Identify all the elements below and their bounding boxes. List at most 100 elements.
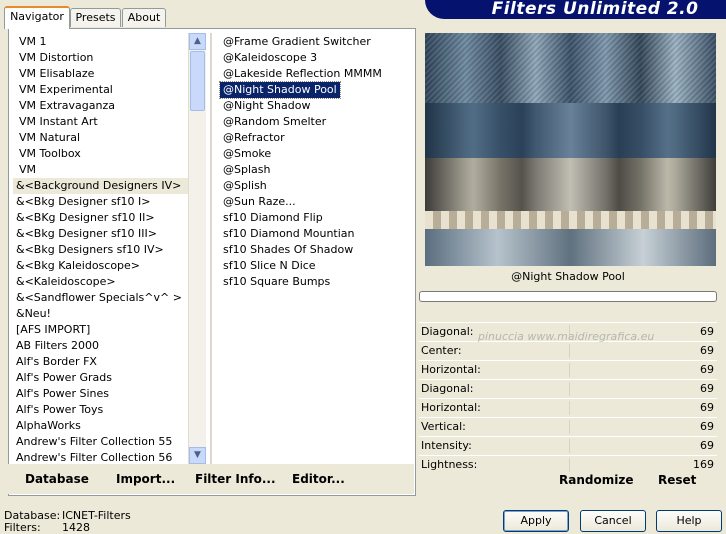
filter-item[interactable]: sf10 Slice N Dice xyxy=(220,258,410,274)
category-item[interactable]: VM Instant Art xyxy=(13,114,188,130)
navigator-toolbar: Database Import... Filter Info... Editor… xyxy=(8,464,414,494)
category-item[interactable]: VM Natural xyxy=(13,130,188,146)
category-item[interactable]: AlphaWorks xyxy=(13,418,188,434)
parameter-label: Lightness: xyxy=(421,458,478,471)
category-item[interactable]: &<Bkg Designer sf10 III> xyxy=(13,226,188,242)
filter-item[interactable]: sf10 Shades Of Shadow xyxy=(220,242,410,258)
filter-item[interactable]: sf10 Diamond Flip xyxy=(220,210,410,226)
parameter-row[interactable]: Horizontal: 69 xyxy=(419,360,717,379)
preview-layer xyxy=(425,33,716,103)
parameter-row[interactable]: Vertical: 69 xyxy=(419,417,717,436)
parameter-row[interactable]: Intensity: 69 xyxy=(419,436,717,455)
slider-tick xyxy=(569,458,570,472)
category-item[interactable]: VM 1 xyxy=(13,34,188,50)
scroll-up-button[interactable]: ▲ xyxy=(189,33,206,50)
filter-item[interactable]: @Kaleidoscope 3 xyxy=(220,50,410,66)
parameter-value: 69 xyxy=(700,344,714,357)
filter-list[interactable]: @Frame Gradient Switcher @Kaleidoscope 3 @… xyxy=(219,34,410,290)
slider-tick xyxy=(569,439,570,453)
preview-layer xyxy=(425,103,716,158)
preview-layer xyxy=(425,158,716,213)
scroll-down-button[interactable]: ▼ xyxy=(189,447,206,464)
parameter-row[interactable]: Lightness: 169 xyxy=(419,455,717,474)
slider-tick xyxy=(569,420,570,434)
filter-item[interactable]: @Night Shadow xyxy=(220,98,410,114)
parameter-value: 69 xyxy=(700,363,714,376)
category-item[interactable]: [AFS IMPORT] xyxy=(13,322,188,338)
category-item[interactable]: Alf's Power Toys xyxy=(13,402,188,418)
parameter-value: 69 xyxy=(700,401,714,414)
category-item[interactable]: VM Elisablaze xyxy=(13,66,188,82)
filter-item[interactable]: @Smoke xyxy=(220,146,410,162)
parameter-row[interactable]: Horizontal: 69 xyxy=(419,398,717,417)
parameter-value: 169 xyxy=(693,458,714,471)
import-button[interactable]: Import... xyxy=(116,472,175,486)
status-filters: Filters: 1428 xyxy=(4,521,90,534)
database-button[interactable]: Database xyxy=(25,472,89,486)
reset-button[interactable]: Reset xyxy=(658,473,696,487)
apply-button[interactable]: Apply xyxy=(503,510,569,532)
filter-item[interactable]: @Sun Raze... xyxy=(220,194,410,210)
category-item[interactable]: Alf's Border FX xyxy=(13,354,188,370)
help-button[interactable]: Help xyxy=(656,510,722,532)
parameter-value: 69 xyxy=(700,325,714,338)
filter-item[interactable]: @Refractor xyxy=(220,130,410,146)
parameter-row[interactable]: Diagonal: 69 xyxy=(419,379,717,398)
filter-item[interactable]: @Splash xyxy=(220,162,410,178)
filter-item[interactable]: @Splish xyxy=(220,178,410,194)
filter-info-button[interactable]: Filter Info... xyxy=(195,472,276,486)
category-item[interactable]: VM Toolbox xyxy=(13,146,188,162)
preview-image xyxy=(425,33,716,266)
parameter-label: Diagonal: xyxy=(421,382,474,395)
filter-item[interactable]: @Night Shadow Pool xyxy=(219,81,341,99)
category-item[interactable]: VM xyxy=(13,162,188,178)
category-item[interactable]: &<Bkg Kaleidoscope> xyxy=(13,258,188,274)
filter-item[interactable]: sf10 Diamond Mountian xyxy=(220,226,410,242)
scroll-thumb[interactable] xyxy=(190,51,205,111)
category-item[interactable]: VM Distortion xyxy=(13,50,188,66)
filter-item[interactable]: sf10 Square Bumps xyxy=(220,274,410,290)
parameter-label: Horizontal: xyxy=(421,401,481,414)
parameter-label: Intensity: xyxy=(421,439,472,452)
slider-tick xyxy=(569,401,570,415)
category-item[interactable]: Alf's Power Sines xyxy=(13,386,188,402)
tab-about[interactable]: About xyxy=(122,8,166,27)
category-item[interactable]: &<Bkg Designers sf10 IV> xyxy=(13,242,188,258)
app-title: Filters Unlimited 2.0 xyxy=(491,0,699,19)
parameter-value: 69 xyxy=(700,420,714,433)
category-item[interactable]: VM Extravaganza xyxy=(13,98,188,114)
category-item[interactable]: Andrew's Filter Collection 55 xyxy=(13,434,188,450)
parameter-row[interactable]: Center: 69 xyxy=(419,341,717,360)
status-filters-value: 1428 xyxy=(62,521,90,534)
randomize-button[interactable]: Randomize xyxy=(559,473,633,487)
category-list[interactable]: VM 1 VM Distortion VM Elisablaze VM Experim… xyxy=(13,34,188,466)
category-item[interactable]: Alf's Power Grads xyxy=(13,370,188,386)
preview-layer xyxy=(425,229,716,266)
tab-presets[interactable]: Presets xyxy=(70,8,121,27)
category-item[interactable]: &<Background Designers IV> xyxy=(13,178,188,194)
category-item[interactable]: &<Bkg Designer sf10 I> xyxy=(13,194,188,210)
filter-item[interactable]: @Frame Gradient Switcher xyxy=(220,34,410,50)
category-item[interactable]: AB Filters 2000 xyxy=(13,338,188,354)
cancel-button[interactable]: Cancel xyxy=(580,510,646,532)
progress-bar xyxy=(419,291,717,302)
filter-item[interactable]: @Lakeside Reflection MMMM xyxy=(220,66,410,82)
watermark: pinuccia www.maidiregrafica.eu xyxy=(478,330,655,343)
parameter-label: Vertical: xyxy=(421,420,466,433)
category-item[interactable]: VM Experimental xyxy=(13,82,188,98)
category-scrollbar[interactable]: ▲ ▼ xyxy=(188,33,206,464)
editor-button[interactable]: Editor... xyxy=(292,472,345,486)
parameter-list: Diagonal: 69 Center: 69 Horizontal: 69 Diagona… xyxy=(419,322,717,474)
slider-tick xyxy=(569,344,570,358)
category-item[interactable]: &<BKg Designer sf10 II> xyxy=(13,210,188,226)
filter-item[interactable]: @Random Smelter xyxy=(220,114,410,130)
status-filters-label: Filters: xyxy=(4,521,41,534)
list-divider xyxy=(210,33,212,464)
category-item[interactable]: &Neu! xyxy=(13,306,188,322)
category-item[interactable]: &<Kaleidoscope> xyxy=(13,274,188,290)
parameter-label: Center: xyxy=(421,344,462,357)
slider-tick xyxy=(569,382,570,396)
tab-navigator[interactable]: Navigator xyxy=(4,6,70,29)
category-item[interactable]: &<Sandflower Specials^v^ > xyxy=(13,290,188,306)
chevron-down-icon: ▼ xyxy=(194,450,201,460)
